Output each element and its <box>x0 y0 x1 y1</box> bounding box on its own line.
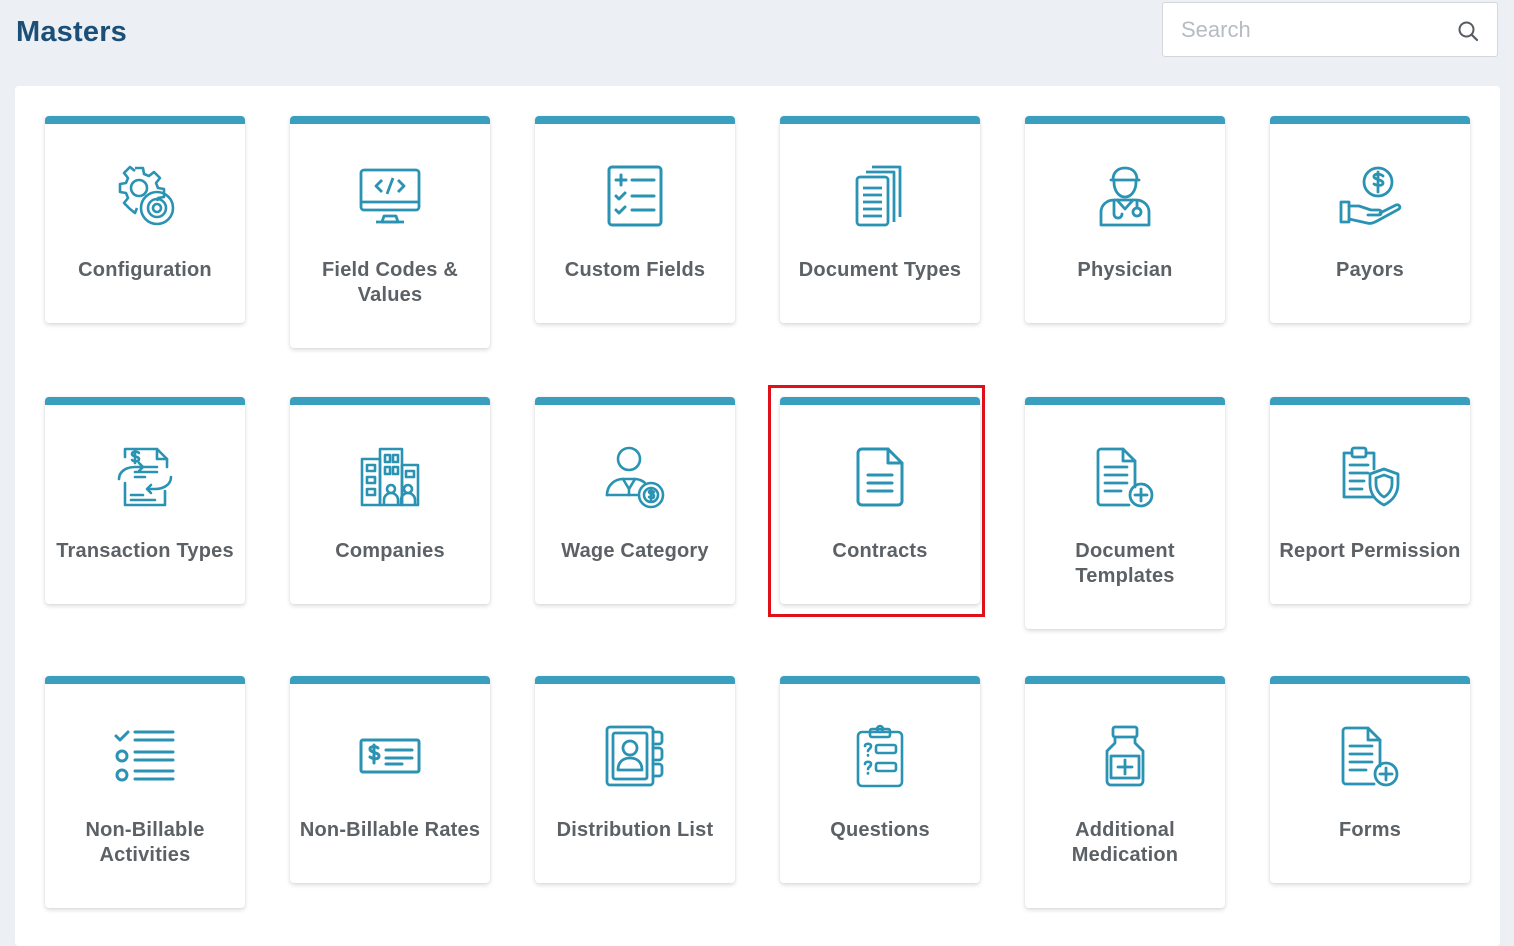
contract-document-icon <box>848 445 912 509</box>
tile-topbar <box>1025 676 1225 684</box>
tile-label: Additional Medication <box>1071 819 1179 866</box>
hand-dollar-icon <box>1338 164 1402 228</box>
doctor-icon <box>1093 164 1157 228</box>
tile-companies[interactable]: Companies <box>290 397 490 604</box>
tile-forms[interactable]: Forms <box>1270 676 1470 883</box>
tile-topbar <box>535 397 735 405</box>
tile-non-billable-activities[interactable]: Non-Billable Activities <box>45 676 245 908</box>
tile-topbar <box>780 116 980 124</box>
tile-document-templates[interactable]: Document Templates <box>1025 397 1225 629</box>
tile-label: Non-Billable Activities <box>85 819 205 866</box>
tile-report-permission[interactable]: Report Permission <box>1270 397 1470 604</box>
tile-topbar <box>45 676 245 684</box>
report-shield-icon <box>1338 445 1402 509</box>
tile-label: Report Permission <box>1279 540 1461 562</box>
tile-payors[interactable]: Payors <box>1270 116 1470 323</box>
tile-topbar <box>535 116 735 124</box>
tile-custom-fields[interactable]: Custom Fields <box>535 116 735 323</box>
medicine-bottle-icon <box>1093 724 1157 788</box>
tile-topbar <box>1025 397 1225 405</box>
tile-field-codes-values[interactable]: Field Codes & Values <box>290 116 490 348</box>
tile-label: Distribution List <box>556 819 714 841</box>
tile-label: Transaction Types <box>56 540 234 562</box>
tile-additional-medication[interactable]: Additional Medication <box>1025 676 1225 908</box>
search-box[interactable] <box>1162 2 1498 57</box>
address-book-icon <box>603 724 667 788</box>
document-add-icon <box>1093 445 1157 509</box>
tile-label: Configuration <box>78 259 212 281</box>
tile-label: Contracts <box>832 540 928 562</box>
tile-label: Payors <box>1336 259 1404 281</box>
tile-physician[interactable]: Physician <box>1025 116 1225 323</box>
tile-label: Companies <box>335 540 445 562</box>
tile-label: Physician <box>1077 259 1173 281</box>
tile-label: Non-Billable Rates <box>299 819 481 841</box>
tile-topbar <box>1270 397 1470 405</box>
tile-distribution-list[interactable]: Distribution List <box>535 676 735 883</box>
tile-topbar <box>1270 116 1470 124</box>
code-monitor-icon <box>358 164 422 228</box>
search-icon[interactable] <box>1457 20 1479 42</box>
tile-label: Forms <box>1338 819 1402 841</box>
dollar-check-icon <box>358 724 422 788</box>
tile-topbar <box>45 116 245 124</box>
tile-topbar <box>45 397 245 405</box>
documents-stack-icon <box>848 164 912 228</box>
tile-non-billable-rates[interactable]: Non-Billable Rates <box>290 676 490 883</box>
tile-topbar <box>780 676 980 684</box>
tile-label: Document Templates <box>1075 540 1175 587</box>
tile-label: Document Types <box>798 259 962 281</box>
tile-topbar <box>1025 116 1225 124</box>
checklist-form-icon <box>603 164 667 228</box>
page-title: Masters <box>16 16 128 48</box>
tile-topbar <box>535 676 735 684</box>
tile-label: Wage Category <box>561 540 709 562</box>
form-add-icon <box>1338 724 1402 788</box>
tile-topbar <box>780 397 980 405</box>
question-clipboard-icon <box>848 724 912 788</box>
tile-wage-category[interactable]: Wage Category <box>535 397 735 604</box>
tile-contracts[interactable]: Contracts <box>780 397 980 604</box>
gears-icon <box>113 164 177 228</box>
tile-transaction-types[interactable]: Transaction Types <box>45 397 245 604</box>
check-list-icon <box>113 724 177 788</box>
tile-label: Custom Fields <box>564 259 706 281</box>
tile-questions[interactable]: Questions <box>780 676 980 883</box>
tile-topbar <box>1270 676 1470 684</box>
tile-topbar <box>290 397 490 405</box>
tile-topbar <box>290 676 490 684</box>
tile-topbar <box>290 116 490 124</box>
tile-label: Questions <box>830 819 930 841</box>
person-dollar-icon <box>603 445 667 509</box>
tile-label: Field Codes & Values <box>322 259 458 306</box>
transaction-exchange-icon <box>113 445 177 509</box>
tile-configuration[interactable]: Configuration <box>45 116 245 323</box>
buildings-icon <box>358 445 422 509</box>
search-input[interactable] <box>1163 3 1443 56</box>
tile-document-types[interactable]: Document Types <box>780 116 980 323</box>
